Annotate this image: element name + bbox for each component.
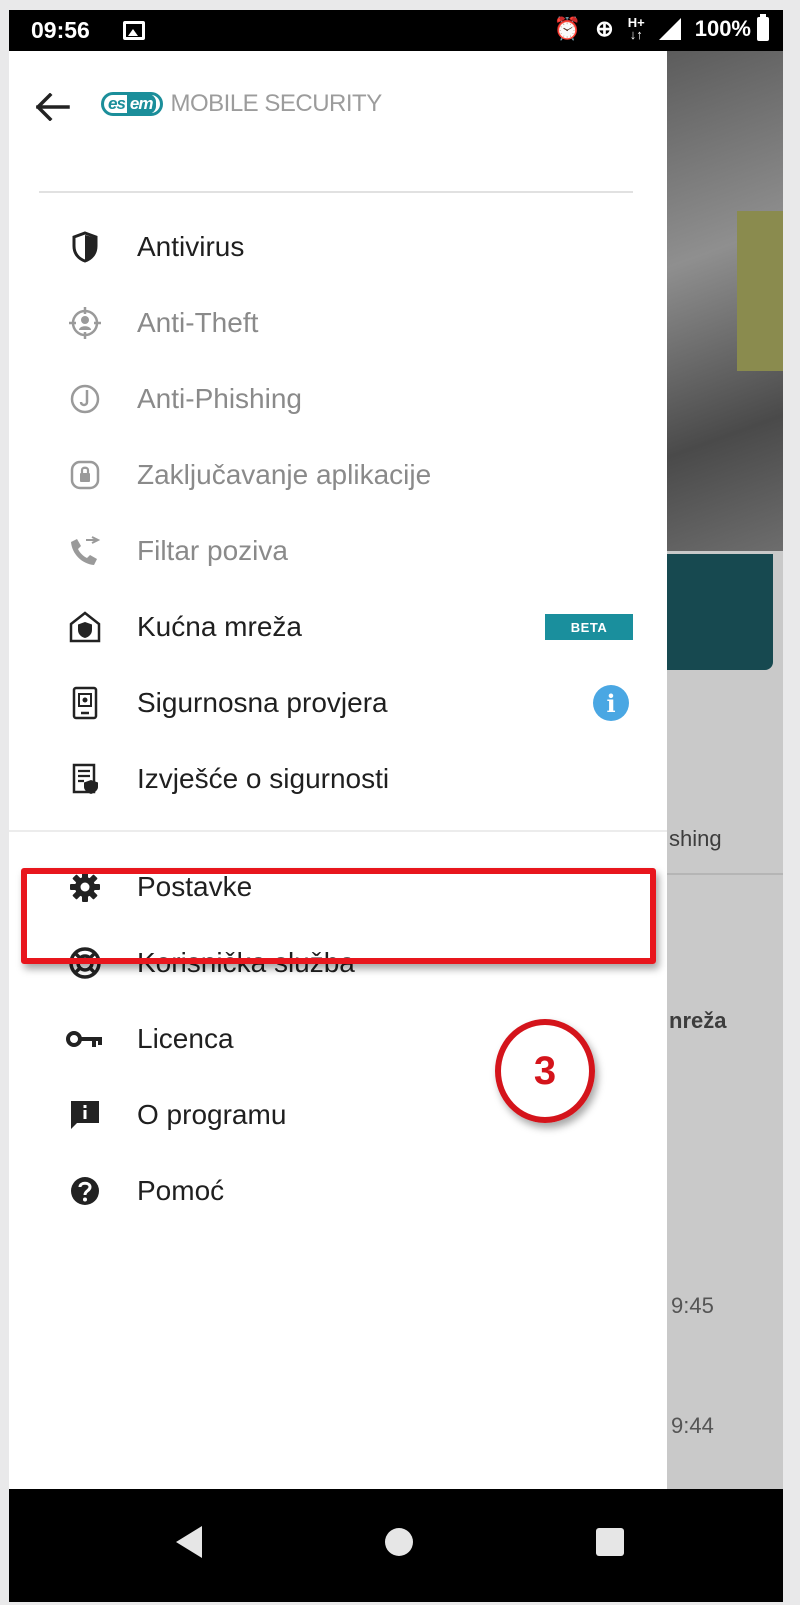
app-lock-icon bbox=[65, 455, 105, 495]
log-time-1: 9:45 bbox=[671, 1293, 714, 1318]
menu-label: Sigurnosna provjera bbox=[137, 687, 388, 718]
menu-item-anti-phishing[interactable]: Anti-Phishing bbox=[9, 361, 667, 437]
battery-percent: 100% bbox=[694, 16, 751, 41]
status-bar: 09:56 ⏰ ⊕ H+ ↓↑ 100% bbox=[9, 10, 783, 51]
menu-label: Pomoć bbox=[137, 1175, 225, 1206]
menu-label: Kućna mreža bbox=[137, 611, 302, 642]
background-divider bbox=[667, 873, 783, 875]
network-type-icon: H+ ↓↑ bbox=[627, 15, 645, 42]
status-time: 09:56 bbox=[31, 17, 90, 43]
back-arrow-icon[interactable] bbox=[31, 85, 75, 129]
signal-icon bbox=[658, 18, 681, 40]
menu-item-home-network[interactable]: Kućna mreža BETA bbox=[9, 589, 667, 665]
menu-label: Zaključavanje aplikacije bbox=[137, 459, 432, 490]
highlight-frame bbox=[21, 868, 656, 964]
status-icons: ⏰ ⊕ H+ ↓↑ 100% bbox=[553, 14, 769, 43]
alarm-icon: ⏰ bbox=[553, 16, 582, 41]
call-filter-icon bbox=[65, 531, 105, 571]
navigation-drawer: es eт MOBILE SECURITY Antivirus Anti-Thef… bbox=[9, 51, 667, 1489]
feature-label-phishing: shing bbox=[669, 826, 722, 851]
beta-badge: BETA bbox=[545, 614, 633, 640]
help-icon bbox=[65, 1171, 105, 1211]
status-card bbox=[667, 554, 773, 670]
home-network-icon bbox=[65, 607, 105, 647]
eset-logo: es eт MOBILE SECURITY bbox=[101, 90, 382, 118]
menu-item-anti-theft[interactable]: Anti-Theft bbox=[9, 285, 667, 361]
menu-item-antivirus[interactable]: Antivirus bbox=[9, 209, 667, 285]
step-number-marker: 3 bbox=[495, 1019, 595, 1123]
product-name: MOBILE SECURITY bbox=[170, 90, 383, 117]
phone-screen: 09:56 ⏰ ⊕ H+ ↓↑ 100% shing nreža 9:45 9:4… bbox=[9, 10, 783, 1602]
menu-label: O programu bbox=[137, 1099, 287, 1130]
image-notification-icon bbox=[123, 21, 145, 40]
menu-label: Anti-Theft bbox=[137, 307, 259, 338]
menu-item-help[interactable]: Pomoć bbox=[9, 1153, 667, 1229]
fish-hook-icon bbox=[65, 379, 105, 419]
menu-item-security-check[interactable]: Sigurnosna provjera i bbox=[9, 665, 667, 741]
security-check-icon bbox=[65, 683, 105, 723]
target-icon bbox=[65, 303, 105, 343]
about-icon bbox=[65, 1095, 105, 1135]
shield-icon bbox=[65, 227, 105, 267]
menu-item-security-report[interactable]: Izvješće o sigurnosti bbox=[9, 741, 667, 817]
nav-home-icon[interactable] bbox=[374, 1517, 424, 1567]
battery-icon bbox=[757, 14, 769, 41]
header-divider bbox=[39, 191, 633, 193]
info-icon[interactable]: i bbox=[593, 685, 629, 721]
menu-item-call-filter[interactable]: Filtar poziva bbox=[9, 513, 667, 589]
log-time-2: 9:44 bbox=[671, 1413, 714, 1438]
menu-divider bbox=[9, 830, 667, 832]
menu-label: Licenca bbox=[137, 1023, 234, 1054]
menu-item-app-lock[interactable]: Zaključavanje aplikacije bbox=[9, 437, 667, 513]
data-saver-icon: ⊕ bbox=[595, 16, 614, 41]
menu-label: Filtar poziva bbox=[137, 535, 288, 566]
nav-recents-icon[interactable] bbox=[585, 1517, 635, 1567]
report-icon bbox=[65, 759, 105, 799]
navigation-bar bbox=[9, 1489, 783, 1602]
menu-label: Anti-Phishing bbox=[137, 383, 302, 414]
feature-label-network: nreža bbox=[669, 1008, 727, 1033]
menu-label: Izvješće o sigurnosti bbox=[137, 763, 390, 794]
hero-accent bbox=[737, 211, 783, 371]
key-icon bbox=[65, 1019, 105, 1059]
background-app[interactable]: shing nreža 9:45 9:44 bbox=[667, 51, 783, 1489]
eset-badge: es eт bbox=[101, 92, 163, 116]
menu-label: Antivirus bbox=[137, 231, 245, 262]
nav-back-icon[interactable] bbox=[164, 1517, 214, 1567]
